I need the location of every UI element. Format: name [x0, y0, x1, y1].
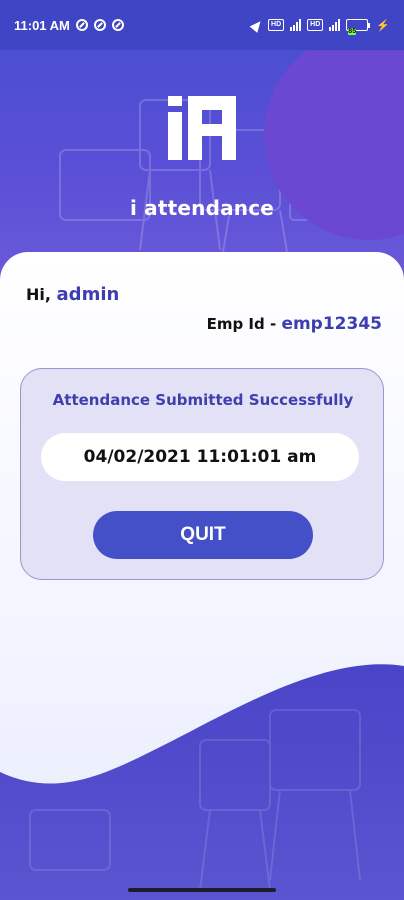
- status-left: 11:01 AM: [14, 18, 124, 33]
- battery-icon: 85: [346, 19, 371, 35]
- bottom-wave-decor: [0, 664, 404, 900]
- volte-icon: HD: [268, 19, 285, 31]
- employee-id-value: emp12345: [281, 314, 382, 334]
- attendance-result-panel: Attendance Submitted Successfully 04/02/…: [20, 368, 384, 580]
- success-message: Attendance Submitted Successfully: [52, 391, 354, 409]
- submission-timestamp: 04/02/2021 11:01:01 am: [41, 433, 359, 481]
- navigation-arrow-icon: [249, 17, 265, 33]
- employee-id: Emp Id - emp12345: [207, 314, 382, 334]
- charging-bolt-icon: ⚡: [376, 19, 390, 32]
- status-bar: 11:01 AM HD HD 85 ⚡: [0, 0, 404, 50]
- greeting: Hi, admin: [26, 284, 119, 305]
- app-header: i attendance: [0, 40, 404, 280]
- username: admin: [56, 284, 120, 305]
- i-attendance-logo-icon: [168, 96, 236, 160]
- volte-icon-2: HD: [307, 19, 324, 31]
- quit-button[interactable]: QUIT: [93, 511, 313, 559]
- blocked-icon-2: [111, 19, 124, 31]
- gesture-home-bar[interactable]: [128, 888, 276, 892]
- employee-id-label: Emp Id -: [206, 315, 277, 333]
- cell-signal-icon: [290, 19, 302, 31]
- status-right: HD HD 85 ⚡: [249, 17, 390, 35]
- status-time: 11:01 AM: [14, 17, 70, 33]
- battery-level: 85: [348, 28, 357, 35]
- greeting-prefix: Hi,: [26, 285, 51, 304]
- app-name: i attendance: [129, 196, 275, 220]
- sync-icon: [75, 19, 88, 31]
- blocked-icon: [93, 19, 106, 31]
- cell-signal-icon-2: [329, 19, 341, 31]
